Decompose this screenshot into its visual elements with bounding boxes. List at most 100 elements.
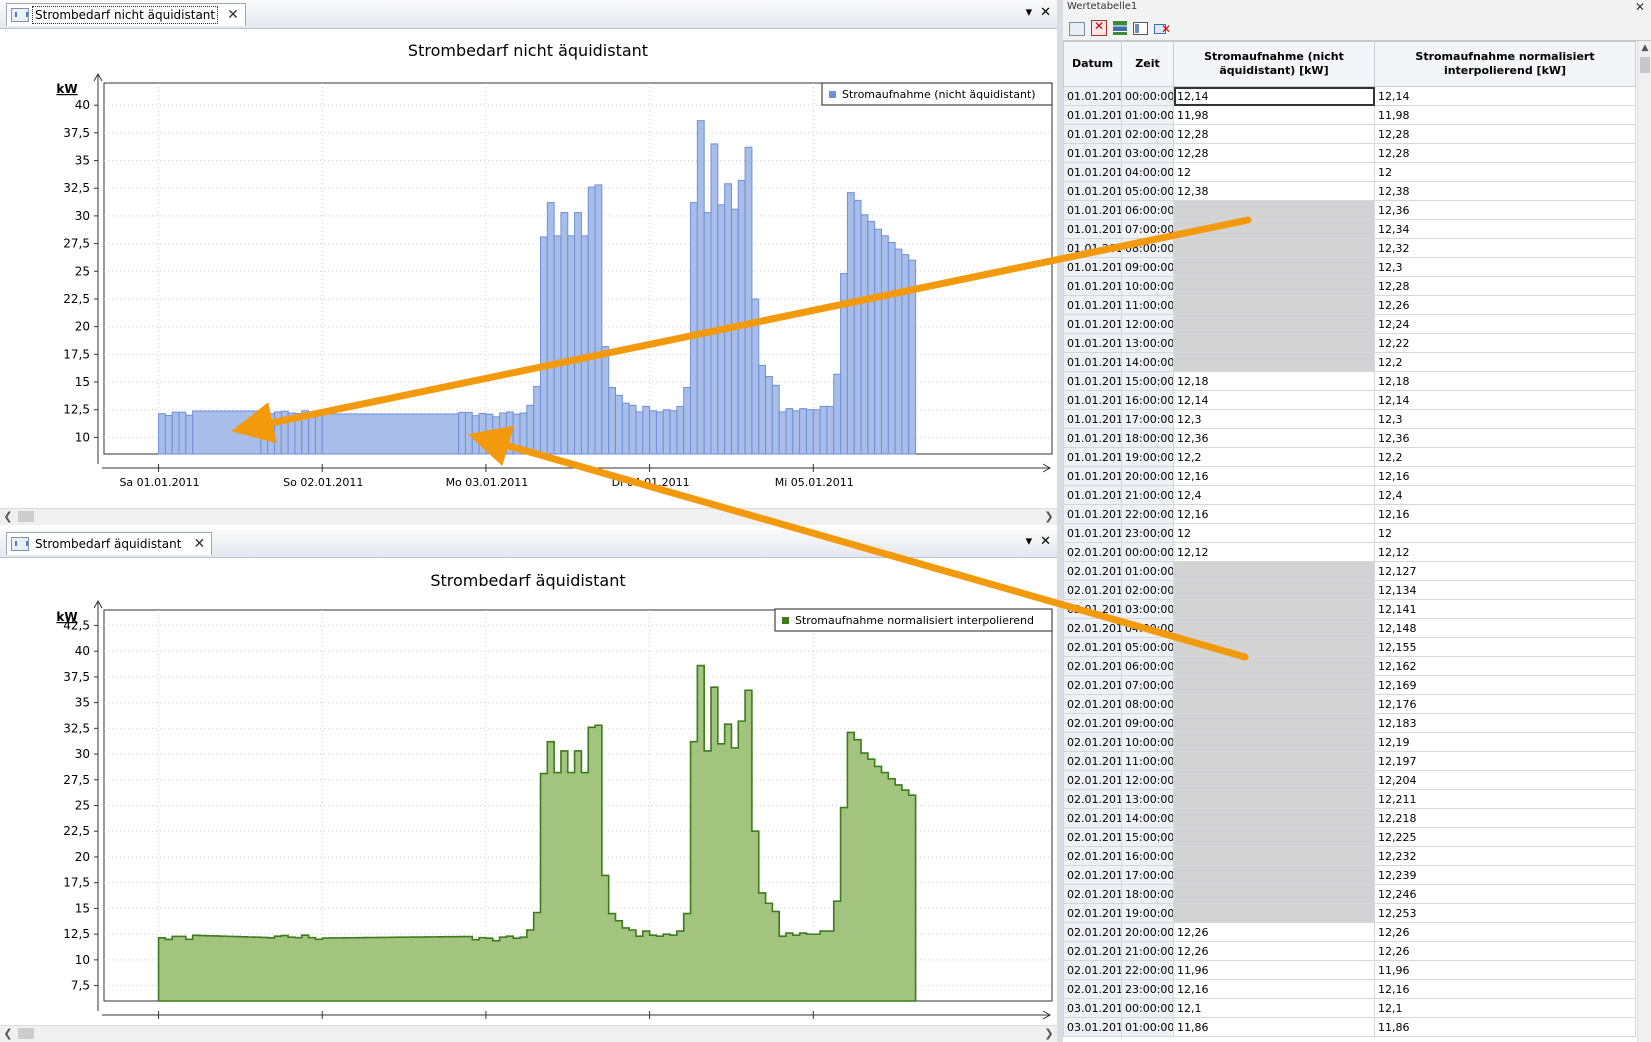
cell-stromaufnahme[interactable]: 12,14 <box>1173 390 1375 410</box>
table-row[interactable]: 01.01.201122:00:0012,1612,16 <box>1063 504 1636 524</box>
cell-zeit[interactable]: 08:00:00 <box>1121 238 1174 258</box>
table-row[interactable]: 01.01.201107:00:00 12,34 <box>1063 219 1636 239</box>
table-row[interactable]: 01.01.201114:00:00 12,2 <box>1063 352 1636 372</box>
cell-datum[interactable]: 02.01.2011 <box>1063 979 1122 999</box>
cell-zeit[interactable]: 04:00:00 <box>1121 162 1174 182</box>
cell-datum[interactable]: 02.01.2011 <box>1063 884 1122 904</box>
cell-normalisiert[interactable]: 12,26 <box>1374 941 1636 961</box>
cell-stromaufnahme[interactable]: 12 <box>1173 162 1375 182</box>
cell-zeit[interactable]: 13:00:00 <box>1121 333 1174 353</box>
table-row[interactable]: 02.01.201111:00:00 12,197 <box>1063 751 1636 771</box>
cell-stromaufnahme[interactable]: 12,3 <box>1173 409 1375 429</box>
cell-zeit[interactable]: 09:00:00 <box>1121 257 1174 277</box>
cell-stromaufnahme[interactable]: 12,1 <box>1173 998 1375 1018</box>
cell-stromaufnahme[interactable] <box>1173 827 1375 847</box>
cell-normalisiert[interactable]: 12,218 <box>1374 808 1636 828</box>
cell-normalisiert[interactable]: 12,26 <box>1374 295 1636 315</box>
cell-zeit[interactable]: 23:00:00 <box>1121 523 1174 543</box>
cell-normalisiert[interactable]: 12,12 <box>1374 542 1636 562</box>
cell-normalisiert[interactable]: 12,28 <box>1374 124 1636 144</box>
cell-zeit[interactable]: 17:00:00 <box>1121 409 1174 429</box>
cell-datum[interactable]: 01.01.2011 <box>1063 143 1122 163</box>
cell-zeit[interactable]: 06:00:00 <box>1121 200 1174 220</box>
cell-normalisiert[interactable]: 12,16 <box>1374 504 1636 524</box>
cell-stromaufnahme[interactable]: 12,12 <box>1173 542 1375 562</box>
cell-stromaufnahme[interactable] <box>1173 238 1375 258</box>
cell-stromaufnahme[interactable] <box>1173 884 1375 904</box>
cell-zeit[interactable]: 02:00:00 <box>1121 580 1174 600</box>
cell-datum[interactable]: 02.01.2011 <box>1063 542 1122 562</box>
cell-normalisiert[interactable]: 12,148 <box>1374 618 1636 638</box>
tab-strombedarf-nicht-aequidistant[interactable]: Strombedarf nicht äquidistant ✕ <box>6 3 246 26</box>
cell-datum[interactable]: 02.01.2011 <box>1063 770 1122 790</box>
cell-zeit[interactable]: 01:00:00 <box>1121 561 1174 581</box>
cell-normalisiert[interactable]: 12,134 <box>1374 580 1636 600</box>
cell-stromaufnahme[interactable]: 12 <box>1173 523 1375 543</box>
cell-stromaufnahme[interactable]: 12,16 <box>1173 504 1375 524</box>
cell-stromaufnahme[interactable] <box>1173 656 1375 676</box>
cell-datum[interactable]: 02.01.2011 <box>1063 941 1122 961</box>
table-row[interactable]: 02.01.201108:00:00 12,176 <box>1063 694 1636 714</box>
cell-normalisiert[interactable]: 12,36 <box>1374 200 1636 220</box>
cell-zeit[interactable]: 08:00:00 <box>1121 694 1174 714</box>
cell-datum[interactable]: 01.01.2011 <box>1063 504 1122 524</box>
cell-datum[interactable]: 01.01.2011 <box>1063 485 1122 505</box>
cell-stromaufnahme[interactable]: 11,86 <box>1173 1017 1375 1037</box>
cell-stromaufnahme[interactable]: 12,14 <box>1173 86 1375 106</box>
table-row[interactable]: 01.01.201103:00:0012,2812,28 <box>1063 143 1636 163</box>
cell-stromaufnahme[interactable]: 12,26 <box>1173 941 1375 961</box>
cell-normalisiert[interactable]: 12,26 <box>1374 922 1636 942</box>
cell-datum[interactable]: 02.01.2011 <box>1063 865 1122 885</box>
cell-zeit[interactable]: 00:00:00 <box>1121 86 1174 106</box>
cell-normalisiert[interactable]: 12,246 <box>1374 884 1636 904</box>
cell-zeit[interactable]: 15:00:00 <box>1121 371 1174 391</box>
cell-datum[interactable]: 02.01.2011 <box>1063 903 1122 923</box>
cell-stromaufnahme[interactable] <box>1173 732 1375 752</box>
pane-menu-icon[interactable]: ▾ <box>1026 534 1033 549</box>
table-row[interactable]: 03.01.201101:00:0011,8611,86 <box>1063 1017 1636 1037</box>
cell-normalisiert[interactable]: 12,3 <box>1374 257 1636 277</box>
cell-stromaufnahme[interactable] <box>1173 599 1375 619</box>
cell-normalisiert[interactable]: 12,14 <box>1374 390 1636 410</box>
cell-zeit[interactable]: 02:00:00 <box>1121 124 1174 144</box>
cell-stromaufnahme[interactable] <box>1173 314 1375 334</box>
cell-stromaufnahme[interactable] <box>1173 333 1375 353</box>
cell-zeit[interactable]: 05:00:00 <box>1121 637 1174 657</box>
table-row[interactable]: 01.01.201113:00:00 12,22 <box>1063 333 1636 353</box>
cell-zeit[interactable]: 22:00:00 <box>1121 960 1174 980</box>
cell-stromaufnahme[interactable]: 12,16 <box>1173 979 1375 999</box>
cell-normalisiert[interactable]: 12,162 <box>1374 656 1636 676</box>
delete-table-icon[interactable] <box>1091 19 1107 36</box>
cell-zeit[interactable]: 01:00:00 <box>1121 1017 1174 1037</box>
cell-stromaufnahme[interactable]: 12,36 <box>1173 428 1375 448</box>
cell-datum[interactable]: 01.01.2011 <box>1063 238 1122 258</box>
table-row[interactable]: 01.01.201104:00:001212 <box>1063 162 1636 182</box>
cell-normalisiert[interactable]: 12,4 <box>1374 485 1636 505</box>
column-header-datum[interactable]: Datum <box>1063 41 1122 87</box>
cell-stromaufnahme[interactable] <box>1173 352 1375 372</box>
table-row[interactable]: 01.01.201120:00:0012,1612,16 <box>1063 466 1636 486</box>
cell-normalisiert[interactable]: 12,204 <box>1374 770 1636 790</box>
cell-normalisiert[interactable]: 11,86 <box>1374 1017 1636 1037</box>
cell-stromaufnahme[interactable] <box>1173 295 1375 315</box>
cell-zeit[interactable]: 12:00:00 <box>1121 770 1174 790</box>
cell-datum[interactable]: 02.01.2011 <box>1063 713 1122 733</box>
cell-zeit[interactable]: 16:00:00 <box>1121 846 1174 866</box>
cell-normalisiert[interactable]: 12,28 <box>1374 276 1636 296</box>
horizontal-scrollbar[interactable]: ❮ ❯ <box>0 508 1057 525</box>
cell-normalisiert[interactable]: 12,2 <box>1374 352 1636 372</box>
scroll-thumb[interactable] <box>18 1028 34 1039</box>
cell-zeit[interactable]: 14:00:00 <box>1121 808 1174 828</box>
cell-datum[interactable]: 02.01.2011 <box>1063 656 1122 676</box>
cell-stromaufnahme[interactable] <box>1173 713 1375 733</box>
column-header-normalisiert[interactable]: Stromaufnahme normalisiert interpolieren… <box>1374 41 1636 87</box>
cell-datum[interactable]: 02.01.2011 <box>1063 618 1122 638</box>
cell-normalisiert[interactable]: 12,3 <box>1374 409 1636 429</box>
table-row[interactable]: 02.01.201105:00:00 12,155 <box>1063 637 1636 657</box>
cell-normalisiert[interactable]: 11,96 <box>1374 960 1636 980</box>
panel-close-icon[interactable]: ✕ <box>1635 0 1645 14</box>
table-row[interactable]: 02.01.201119:00:00 12,253 <box>1063 903 1636 923</box>
cell-normalisiert[interactable]: 12,197 <box>1374 751 1636 771</box>
cell-normalisiert[interactable]: 12,169 <box>1374 675 1636 695</box>
cell-stromaufnahme[interactable]: 12,18 <box>1173 371 1375 391</box>
